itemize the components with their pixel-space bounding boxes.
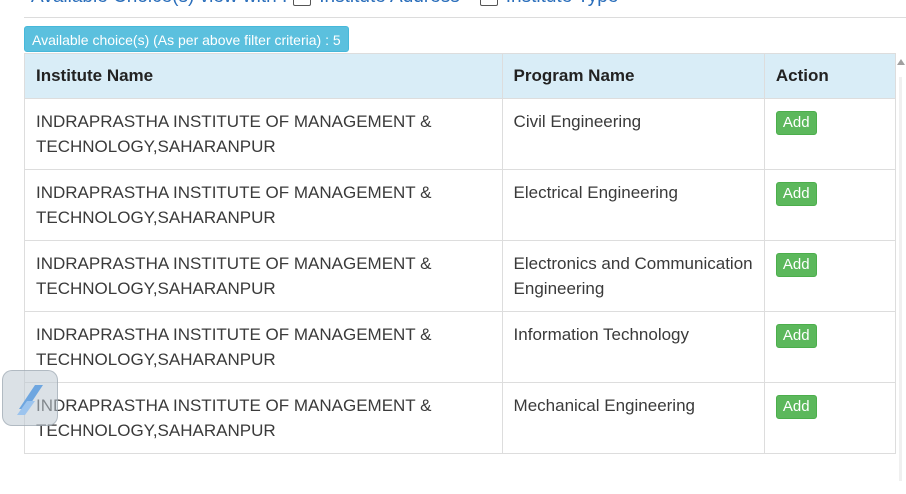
table-row: INDRAPRASTHA INSTITUTE OF MANAGEMENT & T…	[24, 169, 897, 241]
add-button[interactable]: Add	[775, 395, 817, 419]
program-name-cell: Information Technology	[501, 311, 765, 383]
scroll-track[interactable]	[899, 77, 902, 481]
table-row: INDRAPRASTHA INSTITUTE OF MANAGEMENT & T…	[24, 240, 897, 312]
institute-name-cell: INDRAPRASTHA INSTITUTE OF MANAGEMENT & T…	[24, 240, 503, 312]
action-cell: Add	[763, 240, 897, 312]
program-name-cell: Mechanical Engineering	[501, 382, 765, 454]
table-row: INDRAPRASTHA INSTITUTE OF MANAGEMENT & T…	[24, 382, 897, 454]
institute-address-checkbox[interactable]	[293, 0, 312, 6]
institute-name-cell: INDRAPRASTHA INSTITUTE OF MANAGEMENT & T…	[24, 311, 503, 383]
vertical-scrollbar[interactable]	[896, 53, 906, 494]
program-name-cell: Electronics and Communication Engineerin…	[501, 240, 765, 312]
add-button[interactable]: Add	[775, 324, 817, 348]
choices-count-badge: Available choice(s) (As per above filter…	[24, 26, 349, 52]
add-button[interactable]: Add	[775, 182, 817, 206]
institute-name-cell: INDRAPRASTHA INSTITUTE OF MANAGEMENT & T…	[24, 169, 503, 241]
divider	[24, 17, 906, 18]
action-cell: Add	[763, 382, 897, 454]
pen-tool-icon	[17, 385, 43, 415]
floating-tool-widget[interactable]	[2, 370, 58, 426]
action-cell: Add	[763, 169, 897, 241]
program-name-cell: Civil Engineering	[501, 98, 765, 170]
institute-type-checkbox[interactable]	[479, 0, 498, 6]
program-name-cell: Electrical Engineering	[501, 169, 765, 241]
institute-type-label[interactable]: Institute Type	[506, 0, 619, 8]
institute-name-cell: INDRAPRASTHA INSTITUTE OF MANAGEMENT & T…	[24, 98, 503, 170]
institute-name-cell: INDRAPRASTHA INSTITUTE OF MANAGEMENT & T…	[24, 382, 503, 454]
table-row: INDRAPRASTHA INSTITUTE OF MANAGEMENT & T…	[24, 311, 897, 383]
action-cell: Add	[763, 311, 897, 383]
add-button[interactable]: Add	[775, 253, 817, 277]
action-cell: Add	[763, 98, 897, 170]
filter-bar: Available Choice(s) view with : Institut…	[31, 0, 632, 8]
institute-address-label[interactable]: Institute Address	[319, 0, 459, 8]
table-header-row: Institute Name Program Name Action	[24, 53, 897, 99]
scroll-up-arrow-icon[interactable]	[897, 59, 905, 65]
choices-table: Institute Name Program Name Action INDRA…	[24, 53, 897, 454]
filter-label: Available Choice(s) view with :	[31, 0, 287, 8]
table-row: INDRAPRASTHA INSTITUTE OF MANAGEMENT & T…	[24, 98, 897, 170]
header-institute-name: Institute Name	[24, 53, 503, 99]
header-program-name: Program Name	[501, 53, 765, 99]
add-button[interactable]: Add	[775, 111, 817, 135]
header-action: Action	[763, 53, 897, 99]
